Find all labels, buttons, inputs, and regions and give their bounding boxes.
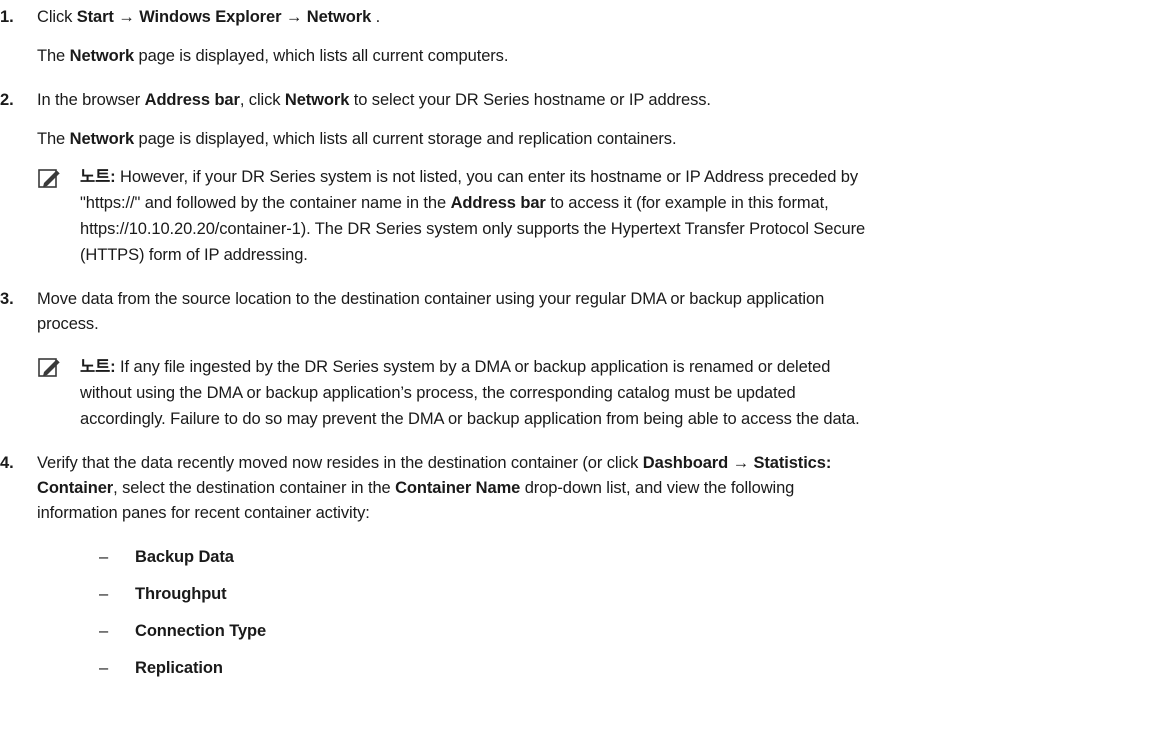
ui-term-container: Container [37, 479, 114, 497]
text: page is displayed, which lists all curre… [134, 130, 677, 148]
text: Move data from the source location to th… [37, 290, 825, 308]
note-1-line-1: 노트: However, if your DR Series system is… [80, 167, 858, 187]
arrow: → [113, 8, 140, 26]
bullet-label: Connection Type [135, 622, 267, 640]
note-1-line-3: https://10.10.20.20/container-1). The DR… [80, 220, 866, 238]
ui-term-network: Network [306, 8, 372, 26]
text: If any file ingested by the DR Series sy… [115, 358, 831, 376]
arrow: → [281, 8, 307, 26]
text: , click [239, 91, 285, 109]
ui-term-windows-explorer: Windows Explorer [139, 8, 282, 26]
text: Click [37, 8, 77, 26]
ui-term-statistics: Statistics: [753, 454, 832, 472]
ui-term-address-bar: Address bar [450, 194, 546, 212]
ui-term-network: Network [69, 47, 135, 65]
bullet-label: Backup Data [135, 548, 234, 566]
text: "https://" and followed by the container… [80, 194, 451, 212]
note-label: 노트: [80, 358, 116, 376]
ui-term-start: Start [76, 8, 114, 26]
text: The [37, 130, 70, 148]
arrow: → [728, 454, 754, 472]
bullet-dash: – [99, 548, 109, 566]
note-2-line-1: 노트: If any file ingested by the DR Serie… [80, 357, 830, 377]
step-number: 2. [0, 91, 14, 109]
note-1-line-4: (HTTPS) form of IP addressing. [80, 246, 308, 264]
text: . [371, 8, 381, 26]
step-number: 1. [0, 8, 14, 26]
ui-term-container-name: Container Name [395, 479, 521, 497]
step-number: 4. [0, 454, 14, 472]
text: page is displayed, which lists all curre… [134, 47, 509, 65]
note-1-line-2: "https://" and followed by the container… [80, 193, 829, 213]
ui-term-network: Network [69, 130, 135, 148]
bullet-dash: – [99, 622, 109, 640]
text: , select the destination container in th… [113, 479, 396, 497]
text: However, if your DR Series system is not… [115, 168, 858, 186]
text: to select your DR Series hostname or IP … [349, 91, 711, 109]
text: The [37, 47, 70, 65]
text: drop-down list, and view the following [520, 479, 795, 497]
note-pencil-icon [38, 358, 61, 377]
ui-term-dashboard: Dashboard [642, 454, 729, 472]
note-pencil-icon [38, 169, 61, 188]
note-label: 노트: [80, 168, 116, 186]
text: In the browser [37, 91, 145, 109]
note-2-line-3: accordingly. Failure to do so may preven… [80, 410, 860, 428]
text: Verify that the data recently moved now … [37, 454, 643, 472]
bullet-dash: – [99, 659, 109, 677]
step-number: 3. [0, 290, 14, 308]
note-2-line-2: without using the DMA or backup applicat… [80, 384, 796, 402]
text: process. [37, 315, 99, 333]
bullet-dash: – [99, 585, 109, 603]
bullet-label: Throughput [135, 585, 227, 603]
ui-term-network: Network [284, 91, 350, 109]
ui-term-address-bar: Address bar [144, 91, 240, 109]
document-page: 1. Click Start → Windows Explorer → Netw… [0, 0, 1158, 737]
text: to access it (for example in this format… [545, 194, 829, 212]
bullet-label: Replication [135, 659, 223, 677]
text: information panes for recent container a… [37, 504, 370, 522]
